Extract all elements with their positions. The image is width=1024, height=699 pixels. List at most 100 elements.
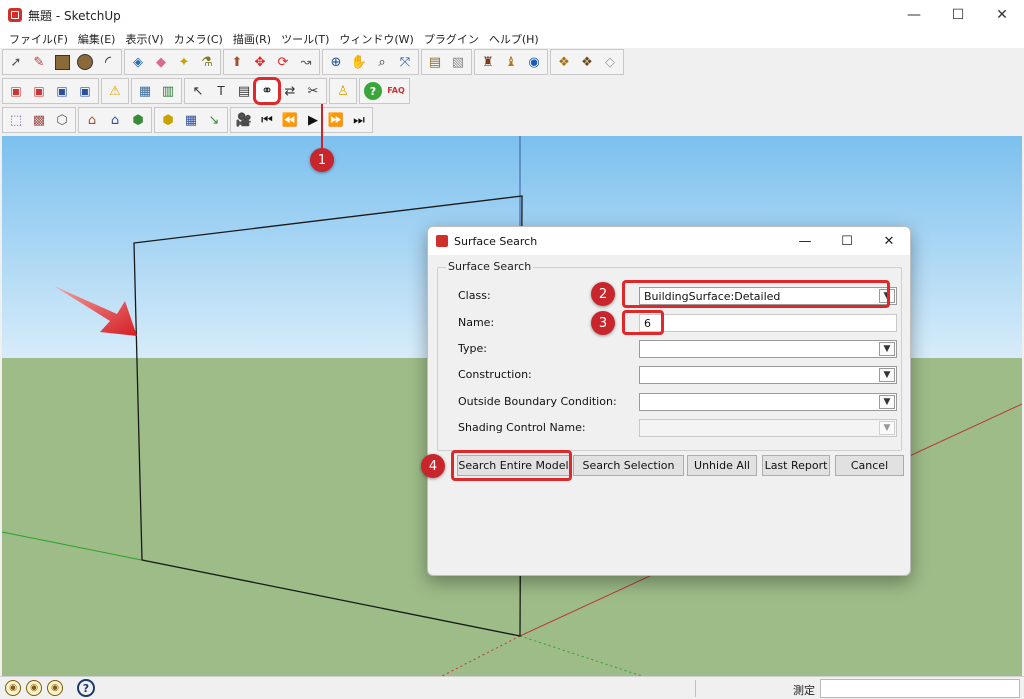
orbit-icon[interactable]: ⊕ [325, 51, 347, 73]
data-icon[interactable]: ↘ [203, 109, 225, 131]
fast-forward-icon[interactable]: ⏩ [325, 109, 347, 131]
extension-warehouse-icon[interactable]: ❖ [553, 51, 575, 73]
name-input[interactable]: 6 [639, 314, 897, 332]
extension-manager-icon[interactable]: ❖ [576, 51, 598, 73]
get-models-icon[interactable]: ▤ [424, 51, 446, 73]
daylight-icon[interactable]: ♙ [332, 80, 354, 102]
tools-icon[interactable]: ✂ [302, 80, 324, 102]
tape-measure-icon[interactable]: ✦ [173, 51, 195, 73]
close-button[interactable]: ✕ [980, 0, 1024, 30]
component-icon[interactable]: ♜ [477, 51, 499, 73]
construction-dropdown[interactable]: ▼ [639, 366, 897, 384]
measurements-input[interactable] [820, 679, 1020, 698]
toolbar-openstudio-file: ▣ ▣ ▣ ▣ [2, 78, 99, 104]
save-idf-icon[interactable]: ▣ [51, 80, 73, 102]
share-component-icon[interactable]: ♝ [500, 51, 522, 73]
type-dropdown[interactable]: ▼ [639, 340, 897, 358]
building-icon[interactable]: ⌂ [81, 109, 103, 131]
dialog-title: Surface Search [454, 234, 538, 248]
shading-icon[interactable]: ⬡ [51, 109, 73, 131]
menu-file[interactable]: ファイル(F) [4, 31, 73, 47]
class-highlight-box [622, 280, 890, 308]
zoom-extents-icon[interactable]: ⤧ [394, 51, 416, 73]
rectangle-icon[interactable] [51, 51, 73, 73]
3d-warehouse-icon[interactable]: ◉ [523, 51, 545, 73]
arc-icon[interactable]: ◜ [97, 51, 119, 73]
menu-help[interactable]: ヘルプ(H) [484, 31, 544, 47]
select-surface-icon[interactable]: ↖ [187, 80, 209, 102]
menu-window[interactable]: ウィンドウ(W) [334, 31, 418, 47]
toolbar-drawing: ➚ ✎ ◜ [2, 49, 122, 75]
exterior-icon[interactable]: ⬢ [157, 109, 179, 131]
house-icon[interactable]: ⌂ [104, 109, 126, 131]
surface-matching-icon[interactable]: ▥ [157, 80, 179, 102]
search-selection-button[interactable]: Search Selection [573, 455, 684, 476]
menu-tools[interactable]: ツール(T) [276, 31, 334, 47]
dialog-minimize-button[interactable]: — [784, 227, 826, 255]
menu-draw[interactable]: 描画(R) [228, 31, 276, 47]
menu-edit[interactable]: 編集(E) [73, 31, 121, 47]
skip-start-icon[interactable]: ⏮ [256, 109, 278, 131]
open-idf-icon[interactable]: ▣ [28, 80, 50, 102]
menu-plugins[interactable]: プラグイン [419, 31, 484, 47]
type-dropdown-arrow-icon[interactable]: ▼ [879, 342, 895, 356]
dialog-close-button[interactable]: ✕ [868, 227, 910, 255]
pan-icon[interactable]: ✋ [348, 51, 370, 73]
outside-boundary-dropdown-arrow-icon[interactable]: ▼ [879, 395, 895, 409]
follow-me-icon[interactable]: ↝ [295, 51, 317, 73]
toolbar-edit: ◈ ◆ ✦ ⚗ [124, 49, 221, 75]
new-idf-icon[interactable]: ▣ [5, 80, 27, 102]
interior-icon[interactable]: ⬢ [127, 109, 149, 131]
dialog-maximize-button[interactable]: ☐ [826, 227, 868, 255]
toolbar-openstudio-render: ↖ T ▤ ⚭ ⇄ ✂ [184, 77, 327, 105]
last-report-button[interactable]: Last Report [762, 455, 830, 476]
outside-boundary-dropdown[interactable]: ▼ [639, 393, 897, 411]
animation-icon[interactable]: 🎥 [233, 109, 255, 131]
status-bar: ◉ ◉ ◉ ? 測定 [0, 676, 1024, 699]
outside-boundary-label: Outside Boundary Condition: [458, 395, 617, 408]
rewind-icon[interactable]: ⏪ [279, 109, 301, 131]
skip-end-icon[interactable]: ⏭ [348, 109, 370, 131]
surface-search-icon[interactable]: ⚭ [253, 77, 281, 105]
cancel-button[interactable]: Cancel [835, 455, 904, 476]
unhide-all-button[interactable]: Unhide All [687, 455, 757, 476]
info-icon[interactable]: ▤ [233, 80, 255, 102]
save-as-idf-icon[interactable]: ▣ [74, 80, 96, 102]
faq-icon[interactable]: FAQ [385, 80, 407, 102]
zone-icon[interactable]: ⬚ [5, 109, 27, 131]
eraser-icon[interactable]: ◆ [150, 51, 172, 73]
zoom-icon[interactable]: ⌕ [371, 51, 393, 73]
credits-icon[interactable]: ◉ [26, 680, 42, 696]
instructor-help-icon[interactable]: ? [77, 679, 95, 697]
move-icon[interactable]: ✥ [249, 51, 271, 73]
pencil-icon[interactable]: ✎ [28, 51, 50, 73]
extension-store-icon[interactable]: ◇ [599, 51, 621, 73]
swap-icon[interactable]: ⇄ [279, 80, 301, 102]
maximize-button[interactable]: ☐ [936, 0, 980, 30]
callout-1-connector [321, 104, 323, 150]
make-component-icon[interactable]: ◈ [127, 51, 149, 73]
select-icon[interactable]: ➚ [5, 51, 27, 73]
render-icon[interactable]: T [210, 80, 232, 102]
construction-label: Construction: [458, 368, 532, 381]
space-icon[interactable]: ▩ [28, 109, 50, 131]
toolbar-openstudio-tools: ▦ ▥ [131, 78, 182, 104]
warning-icon[interactable]: ⚠ [104, 80, 126, 102]
rotate-icon[interactable]: ⟳ [272, 51, 294, 73]
callout-4: 4 [421, 454, 445, 478]
construction-dropdown-arrow-icon[interactable]: ▼ [879, 368, 895, 382]
geo-location-icon[interactable]: ◉ [5, 680, 21, 696]
push-pull-icon[interactable]: ⬆ [226, 51, 248, 73]
inspector-icon[interactable]: ▦ [134, 80, 156, 102]
minimize-button[interactable]: — [892, 0, 936, 30]
menu-camera[interactable]: カメラ(C) [169, 31, 228, 47]
shading-control-label: Shading Control Name: [458, 421, 586, 434]
share-model-icon[interactable]: ▧ [447, 51, 469, 73]
dialog-window-controls: — ☐ ✕ [784, 227, 910, 255]
menu-view[interactable]: 表示(V) [120, 31, 168, 47]
circle-icon[interactable] [74, 51, 96, 73]
help-icon[interactable]: ? [362, 80, 384, 102]
table-icon[interactable]: ▦ [180, 109, 202, 131]
user-icon[interactable]: ◉ [47, 680, 63, 696]
paint-bucket-icon[interactable]: ⚗ [196, 51, 218, 73]
